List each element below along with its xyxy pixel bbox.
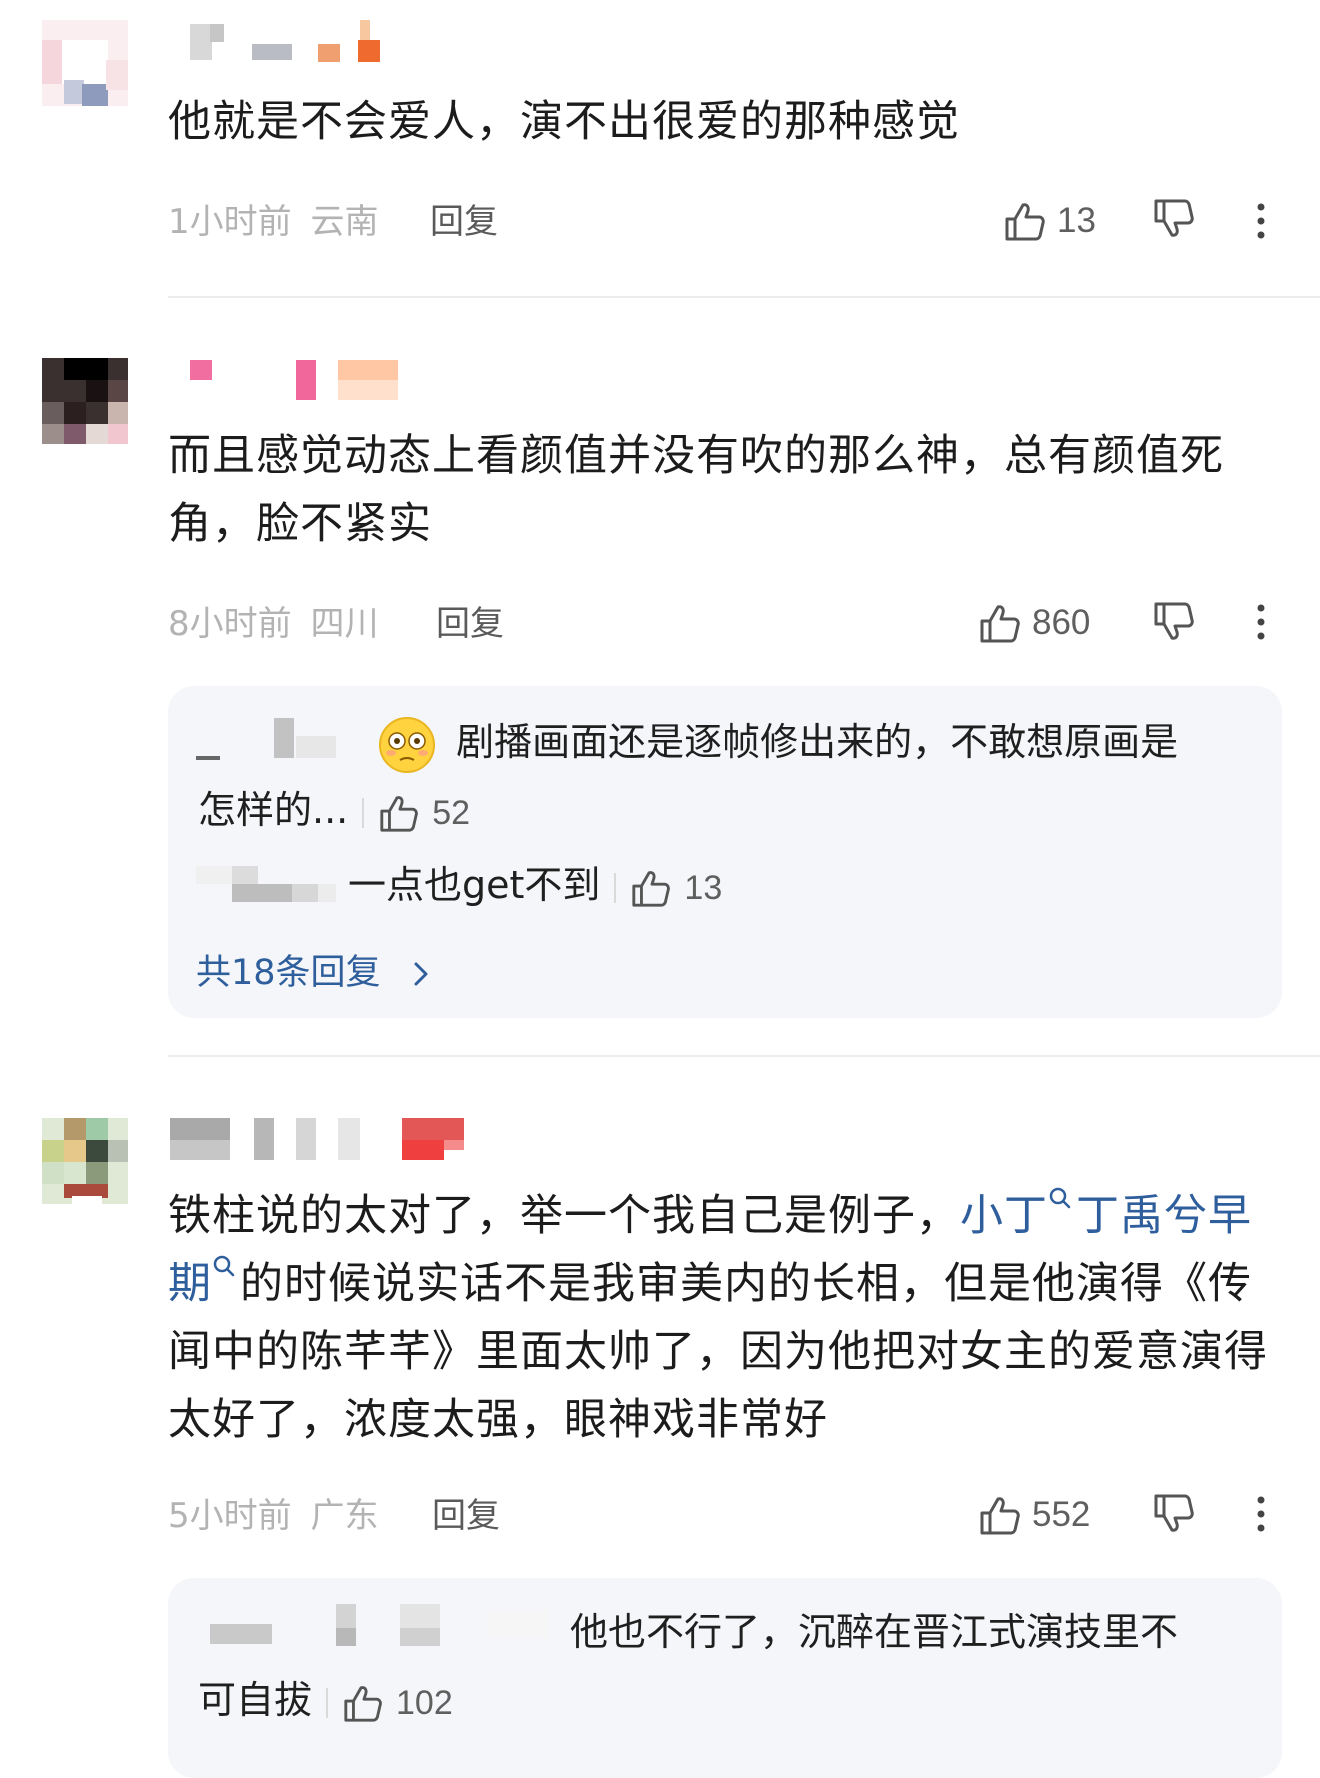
like-button[interactable]: 13 bbox=[1003, 196, 1096, 246]
like-count: 860 bbox=[1032, 603, 1091, 642]
comment-text: 铁柱说的太对了，举一个我自己是例子，小丁 丁禹兮早 期的时候说实话不是我审美内的长… bbox=[168, 1182, 1308, 1454]
reply-line: 可自拔 102 bbox=[198, 1670, 453, 1733]
view-all-replies-label: 共18条回复 bbox=[196, 953, 381, 993]
avatar[interactable] bbox=[42, 20, 128, 106]
reply-line: 他也不行了，沉醉在晋江式演技里不 bbox=[570, 1602, 1178, 1662]
reply-like-button[interactable]: 102 bbox=[342, 1673, 453, 1733]
more-options-button[interactable] bbox=[1246, 1490, 1276, 1540]
comment-location: 四川 bbox=[310, 604, 379, 644]
username-blurred[interactable] bbox=[190, 20, 390, 66]
username-blurred[interactable] bbox=[190, 358, 410, 404]
more-vertical-icon bbox=[1257, 1496, 1265, 1532]
reply-username-blurred[interactable] bbox=[196, 862, 346, 908]
reply-like-count: 52 bbox=[432, 793, 471, 832]
reply-button[interactable]: 回复 bbox=[436, 602, 504, 646]
avatar[interactable] bbox=[42, 1118, 128, 1204]
like-button[interactable]: 860 bbox=[978, 598, 1090, 648]
thumbs-up-icon bbox=[344, 1685, 382, 1722]
reply-line: 一点也get不到 13 bbox=[348, 855, 722, 918]
thumbs-up-icon bbox=[380, 795, 419, 832]
separator bbox=[362, 797, 365, 828]
reply-username-blurred[interactable] bbox=[196, 714, 346, 764]
search-link[interactable]: 小丁 丁禹兮早 bbox=[960, 1187, 1252, 1241]
reply-text: 剧播画面还是逐帧修出来的，不敢想原画是 bbox=[456, 720, 1179, 764]
view-all-replies-link[interactable]: 共18条回复 bbox=[196, 944, 436, 995]
comment-meta: 5小时前 广东 bbox=[168, 1494, 378, 1538]
thumbs-up-icon bbox=[1005, 203, 1045, 241]
comment-text-part: 的时候说实话不是我审美内的长相，但是他演得《传 bbox=[240, 1259, 1252, 1309]
comment-divider bbox=[168, 1055, 1320, 1057]
comment-text-part: 闻中的陈芊芊》里面太帅了，因为他把对女主的爱意演得 bbox=[168, 1327, 1268, 1377]
more-options-button[interactable] bbox=[1246, 197, 1276, 247]
comment-meta: 8小时前 四川 bbox=[168, 602, 378, 646]
like-count: 552 bbox=[1032, 1495, 1091, 1534]
reply-text: 可自拔 bbox=[198, 1678, 313, 1722]
comment-time: 1小时前 bbox=[168, 202, 292, 242]
search-icon bbox=[212, 1250, 236, 1290]
separator bbox=[326, 1687, 329, 1718]
flushed-face-emoji bbox=[379, 716, 435, 773]
thumbs-down-icon bbox=[1154, 602, 1194, 640]
thumbs-down-icon bbox=[1154, 1494, 1194, 1532]
like-button[interactable]: 552 bbox=[978, 1490, 1090, 1540]
reply-like-button[interactable]: 52 bbox=[378, 783, 470, 843]
comment-location: 广东 bbox=[310, 1496, 379, 1536]
comment-time: 5小时前 bbox=[168, 1496, 292, 1536]
more-vertical-icon bbox=[1257, 604, 1265, 640]
search-link[interactable]: 期 bbox=[168, 1255, 240, 1309]
comment-time: 8小时前 bbox=[168, 604, 292, 644]
comment-text-part: 铁柱说的太对了，举一个我自己是例子， bbox=[168, 1191, 960, 1241]
reply-line: 怎样的... 52 bbox=[198, 780, 470, 843]
reply-text: 一点也get不到 bbox=[348, 863, 601, 907]
comment-text: 而且感觉动态上看颜值并没有吹的那么神，总有颜值死角，脸不紧实 bbox=[168, 431, 1224, 549]
reply-like-button[interactable]: 13 bbox=[630, 858, 722, 918]
reply-line: 剧播画面还是逐帧修出来的，不敢想原画是 bbox=[378, 712, 1178, 774]
reply-button[interactable]: 回复 bbox=[430, 200, 498, 244]
dislike-button[interactable] bbox=[1152, 1492, 1202, 1542]
like-count: 13 bbox=[1057, 201, 1096, 240]
search-link-label: 小丁 bbox=[960, 1191, 1048, 1241]
reply-text: 怎样的... bbox=[198, 788, 349, 832]
comment-location: 云南 bbox=[310, 202, 379, 242]
more-vertical-icon bbox=[1257, 203, 1265, 239]
reply-text: 他也不行了，沉醉在晋江式演技里不 bbox=[570, 1610, 1179, 1654]
search-icon bbox=[1048, 1182, 1072, 1222]
thumbs-up-icon bbox=[980, 605, 1020, 643]
separator bbox=[614, 872, 617, 903]
comment-text: 他就是不会爱人，演不出很爱的那种感觉 bbox=[168, 97, 960, 147]
dislike-button[interactable] bbox=[1152, 197, 1202, 247]
avatar[interactable] bbox=[42, 358, 128, 444]
thumbs-up-icon bbox=[980, 1497, 1020, 1535]
thumbs-up-icon bbox=[632, 870, 671, 907]
chevron-right-icon bbox=[414, 962, 428, 986]
search-link-label: 期 bbox=[168, 1259, 212, 1309]
comment-meta: 1小时前 云南 bbox=[168, 200, 378, 244]
thumbs-down-icon bbox=[1154, 199, 1194, 237]
reply-button[interactable]: 回复 bbox=[432, 1494, 500, 1538]
reply-like-count: 13 bbox=[684, 868, 723, 907]
search-link-label: 丁禹兮早 bbox=[1076, 1191, 1252, 1241]
reply-like-count: 102 bbox=[396, 1683, 453, 1722]
reply-username-blurred[interactable] bbox=[196, 1600, 576, 1656]
more-options-button[interactable] bbox=[1246, 598, 1276, 648]
username-blurred[interactable] bbox=[170, 1118, 470, 1164]
comment-text-part: 太好了，浓度太强，眼神戏非常好 bbox=[168, 1395, 828, 1445]
comment-divider bbox=[168, 296, 1320, 298]
dislike-button[interactable] bbox=[1152, 600, 1202, 650]
